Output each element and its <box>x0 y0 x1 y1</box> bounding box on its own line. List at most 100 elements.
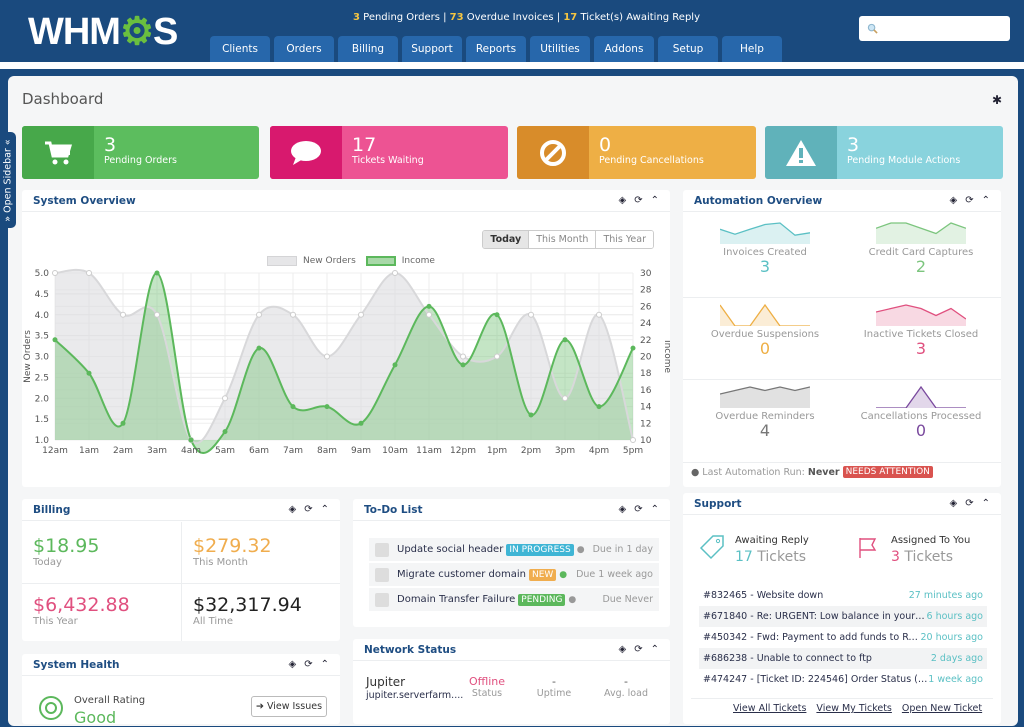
new-orders-point <box>630 437 636 443</box>
life-ring-icon <box>39 696 63 720</box>
x-tick-label: 1am <box>79 446 99 456</box>
todo-text[interactable]: Domain Transfer Failure <box>397 594 515 605</box>
collapse-chevron-up-icon[interactable]: ⌃ <box>651 644 659 655</box>
refresh-icon[interactable]: ⟳ <box>634 644 642 655</box>
refresh-icon[interactable]: ⟳ <box>965 498 973 509</box>
nav-reports[interactable]: Reports <box>466 36 526 62</box>
range-this-month-button[interactable]: This Month <box>528 231 596 248</box>
collapse-chevron-up-icon[interactable]: ⌃ <box>321 659 329 670</box>
overdue-invoices-count[interactable]: 73 <box>450 12 464 23</box>
hide-eye-icon[interactable]: ◈ <box>950 195 958 206</box>
todo-text[interactable]: Update social header <box>397 544 503 555</box>
collapse-chevron-up-icon[interactable]: ⌃ <box>321 504 329 515</box>
view-issues-button[interactable]: ➔ View Issues <box>251 696 327 717</box>
search-input[interactable] <box>882 23 1002 34</box>
x-tick-label: 4pm <box>589 446 609 456</box>
todo-item[interactable]: Domain Transfer Failure PENDING ● Due Never <box>369 588 659 611</box>
nav-setup[interactable]: Setup <box>658 36 718 62</box>
collapse-chevron-up-icon[interactable]: ⌃ <box>982 498 990 509</box>
tickets-awaiting-label[interactable]: Ticket(s) Awaiting Reply <box>577 12 700 23</box>
nav-billing[interactable]: Billing <box>338 36 398 62</box>
header-divider <box>0 62 1024 69</box>
collapse-chevron-up-icon[interactable]: ⌃ <box>982 195 990 206</box>
automation-value: 2 <box>915 257 927 276</box>
ticket-subject[interactable]: #450342 - Fwd: Payment to add funds to R… <box>703 632 920 643</box>
ticket-subject[interactable]: #686238 - Unable to connect to ftp <box>703 653 872 664</box>
nav-clients[interactable]: Clients <box>210 36 270 62</box>
ticket-subject[interactable]: #832465 - Website down <box>703 590 823 601</box>
ticket-row[interactable]: #474247 - [Ticket ID: 224546] Order Stat… <box>699 669 987 690</box>
ticket-subject[interactable]: #671840 - Re: URGENT: Low balance in you… <box>703 611 927 622</box>
nav-help[interactable]: Help <box>722 36 782 62</box>
view-my-tickets-link[interactable]: View My Tickets <box>816 703 891 714</box>
pending-orders-label[interactable]: Pending Orders | <box>360 12 450 23</box>
hide-eye-icon[interactable]: ◈ <box>619 644 627 655</box>
divider <box>683 379 1001 380</box>
awaiting-reply-count[interactable]: 17 Tickets <box>735 549 806 565</box>
refresh-icon[interactable]: ⟳ <box>304 659 312 670</box>
hide-eye-icon[interactable]: ◈ <box>289 504 297 515</box>
hide-eye-icon[interactable]: ◈ <box>289 659 297 670</box>
top-header: WHM⚙S 3 Pending Orders | 73 Overdue Invo… <box>0 0 1024 62</box>
page-title: Dashboard <box>22 90 104 108</box>
open-sidebar-toggle[interactable]: » Open Sidebar « <box>0 132 16 228</box>
todo-text[interactable]: Migrate customer domain <box>397 569 526 580</box>
refresh-icon[interactable]: ⟳ <box>965 195 973 206</box>
todo-checkbox[interactable] <box>375 542 389 557</box>
pending-orders-count[interactable]: 3 <box>353 12 360 23</box>
overall-rating-value: Good <box>74 708 117 727</box>
todo-checkbox[interactable] <box>375 592 389 607</box>
hide-eye-icon[interactable]: ◈ <box>619 195 627 206</box>
stat-pending-module-actions[interactable]: 3 Pending Module Actions <box>765 126 1003 179</box>
collapse-chevron-up-icon[interactable]: ⌃ <box>651 195 659 206</box>
y2-tick-label: 12 <box>640 419 651 429</box>
ticket-row[interactable]: #450342 - Fwd: Payment to add funds to R… <box>699 627 987 648</box>
automation-stat: Overdue Reminders 4 <box>685 384 845 440</box>
legend-swatch-new-orders[interactable] <box>267 256 297 266</box>
ticket-row[interactable]: #671840 - Re: URGENT: Low balance in you… <box>699 606 987 627</box>
stat-pending-cancellations[interactable]: 0 Pending Cancellations <box>517 126 756 179</box>
new-orders-point <box>324 353 330 360</box>
collapse-chevron-up-icon[interactable]: ⌃ <box>651 504 659 515</box>
x-tick-label: 3am <box>147 446 167 456</box>
nav-orders[interactable]: Orders <box>274 36 334 62</box>
new-orders-point <box>154 311 160 318</box>
search-icon <box>867 23 878 34</box>
search-box[interactable] <box>859 16 1010 41</box>
view-all-tickets-link[interactable]: View All Tickets <box>733 703 806 714</box>
range-today-button[interactable]: Today <box>483 231 529 248</box>
income-point <box>392 362 398 368</box>
x-tick-label: 12pm <box>450 446 476 456</box>
billing-today: $18.95 Today <box>33 535 99 568</box>
range-this-year-button[interactable]: This Year <box>595 231 653 248</box>
nav-support[interactable]: Support <box>402 36 462 62</box>
todo-checkbox[interactable] <box>375 567 389 582</box>
stat-tickets-waiting[interactable]: 17 Tickets Waiting <box>270 126 508 179</box>
income-point <box>52 337 58 343</box>
refresh-icon[interactable]: ⟳ <box>304 504 312 515</box>
income-line <box>54 271 634 454</box>
todo-item[interactable]: Migrate customer domain NEW ● Due 1 week ag… <box>369 563 659 586</box>
whmcs-logo[interactable]: WHM⚙S <box>28 10 178 54</box>
ticket-subject[interactable]: #474247 - [Ticket ID: 224546] Order Stat… <box>703 674 928 685</box>
refresh-icon[interactable]: ⟳ <box>634 195 642 206</box>
nav-utilities[interactable]: Utilities <box>530 36 590 62</box>
legend-swatch-income[interactable] <box>365 256 396 266</box>
tickets-count[interactable]: 17 <box>563 12 577 23</box>
nav-addons[interactable]: Addons <box>594 36 654 62</box>
todo-item[interactable]: Update social header IN PROGRESS ● Due in 1… <box>369 538 659 561</box>
hide-eye-icon[interactable]: ◈ <box>619 504 627 515</box>
open-new-ticket-link[interactable]: Open New Ticket <box>902 703 982 714</box>
ticket-row[interactable]: #832465 - Website down 27 minutes ago <box>699 585 987 606</box>
stat-pending-orders[interactable]: 3 Pending Orders <box>22 126 259 179</box>
assigned-count[interactable]: 3 Tickets <box>891 549 953 565</box>
refresh-icon[interactable]: ⟳ <box>634 504 642 515</box>
y2-tick-label: 24 <box>640 319 652 329</box>
hide-eye-icon[interactable]: ◈ <box>950 498 958 509</box>
gear-icon[interactable]: ✱ <box>992 93 1002 107</box>
overdue-invoices-label[interactable]: Overdue Invoices | <box>464 12 564 23</box>
last-run-label: Last Automation Run: <box>702 466 805 478</box>
billing-this-month: $279.32 This Month <box>193 535 272 568</box>
ticket-row[interactable]: #686238 - Unable to connect to ftp 2 days… <box>699 648 987 669</box>
billing-label: Today <box>33 557 62 568</box>
